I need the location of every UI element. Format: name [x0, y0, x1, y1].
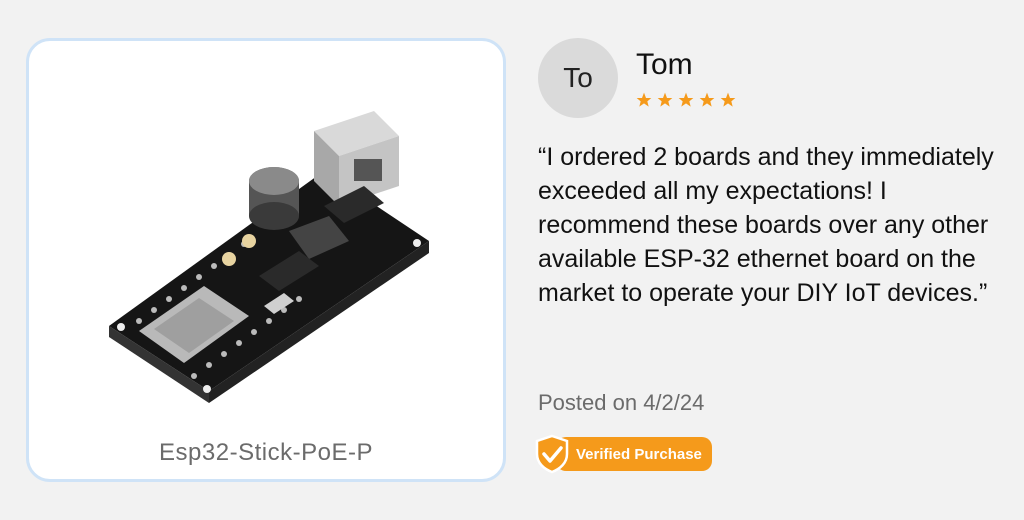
review-text: “I ordered 2 boards and they immediately…	[538, 143, 994, 307]
star-icon	[720, 92, 736, 107]
product-name: Esp32-Stick-PoE-P	[159, 439, 373, 466]
verified-badge: Verified Purchase	[532, 434, 732, 474]
product-image	[109, 111, 429, 403]
star-rating	[636, 92, 736, 108]
product-card: Esp32-Stick-PoE-P	[26, 38, 506, 482]
posted-date: Posted on 4/2/24	[538, 390, 705, 415]
reviewer-name: Tom	[636, 48, 693, 81]
star-icon	[636, 92, 652, 107]
star-icon	[657, 92, 673, 107]
avatar: To	[538, 38, 618, 118]
star-icon	[678, 92, 694, 107]
verified-badge-label: Verified Purchase	[556, 437, 712, 471]
star-icon	[699, 92, 715, 107]
shield-check-icon	[535, 434, 569, 474]
